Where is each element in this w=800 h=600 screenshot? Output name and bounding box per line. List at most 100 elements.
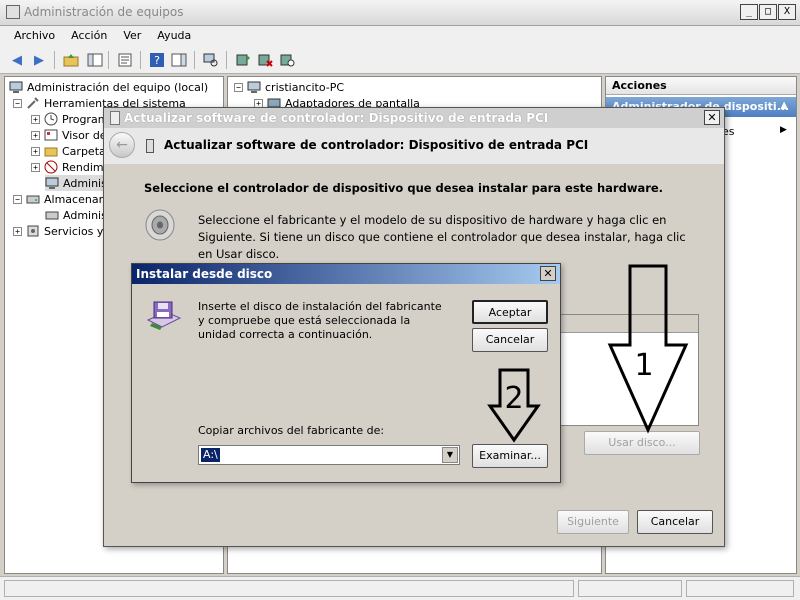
update-driver-icon[interactable] [234,51,252,69]
status-cell [4,580,574,597]
status-cell [578,580,682,597]
close-button[interactable]: X [778,4,796,20]
up-folder-icon[interactable] [62,51,80,69]
tree-item-storage[interactable]: − Almacenam [13,191,109,207]
expand-icon[interactable]: + [31,114,40,124]
tree-item-label: Visor de [62,128,107,142]
next-button[interactable]: Siguiente [557,510,629,534]
collapse-icon[interactable]: − [234,82,243,92]
dropdown-arrow-icon[interactable]: ▼ [442,447,458,463]
ok-button[interactable]: Aceptar [472,300,548,324]
tree-item-label: Carpeta [62,144,106,158]
tree-item-label: Rendim [62,160,104,174]
folder-icon [44,144,58,158]
floppy-disk-icon [146,300,182,332]
scan-hardware-icon[interactable] [202,51,220,69]
tree-item-root[interactable]: Administración del equipo (local) [9,79,208,95]
dialog-titlebar: Actualizar software de controlador: Disp… [104,108,724,128]
tree-item-shared-folders[interactable]: + Carpeta [31,143,106,159]
uninstall-device-icon[interactable] [256,51,274,69]
toolbar-separator [54,51,55,69]
window-controls: _ □ X [740,4,796,20]
menu-archivo[interactable]: Archivo [6,26,63,46]
svg-text:?: ? [154,54,160,67]
device-icon [110,111,120,125]
window-titlebar: Administración de equipos _ □ X [0,0,800,26]
device-tree-computer[interactable]: − cristiancito-PC [234,79,344,95]
close-button[interactable]: ✕ [540,266,556,281]
actions-header: Acciones [606,77,796,95]
collapse-icon[interactable]: − [13,194,22,204]
wizard-heading: Seleccione el controlador de dispositivo… [144,181,664,195]
copy-from-combobox[interactable]: A:\ ▼ [198,445,460,465]
collapse-up-icon[interactable]: ▲ [780,100,788,111]
services-icon [26,224,40,238]
menu-accion[interactable]: Acción [63,26,115,46]
forward-arrow-icon[interactable]: ▶ [30,51,48,69]
close-button[interactable]: ✕ [704,110,720,125]
install-from-disk-dialog: Instalar desde disco ✕ Inserte el disco … [131,263,561,483]
window-title: Administración de equipos [24,5,184,19]
tree-item-device-manager[interactable]: Adminis [45,175,107,191]
model-listbox[interactable] [559,314,699,426]
listbox-header [560,315,698,333]
storage-icon [26,192,40,206]
dialog-titlebar: Instalar desde disco ✕ [132,264,560,284]
minimize-button[interactable]: _ [740,4,758,20]
disable-device-icon[interactable] [278,51,296,69]
tree-item-performance[interactable]: + Rendim [31,159,104,175]
device-manager-icon [45,176,59,190]
tree-item-label: Servicios y [44,224,104,238]
expand-icon[interactable]: + [31,130,40,140]
maximize-button[interactable]: □ [759,4,777,20]
tree-item-task-scheduler[interactable]: + Program [31,111,108,127]
wizard-description: Seleccione el fabricante y el modelo de … [198,213,686,261]
tree-item-event-viewer[interactable]: + Visor de [31,127,107,143]
action-pane-icon[interactable] [170,51,188,69]
performance-icon [44,160,58,174]
status-cell [686,580,794,597]
event-viewer-icon [44,128,58,142]
status-bar [0,576,800,600]
tree-item-label: Adminis [63,208,107,222]
tree-item-label: Program [62,112,109,126]
menu-ayuda[interactable]: Ayuda [149,26,199,46]
menu-bar: Archivo Acción Ver Ayuda [0,26,800,46]
wizard-header-title: Actualizar software de controlador: Disp… [164,138,589,152]
dialog-title: Instalar desde disco [136,267,273,281]
tree-item-label: Administración del equipo (local) [27,80,209,94]
copy-from-value: A:\ [201,448,220,462]
submenu-arrow-icon[interactable]: ▶ [780,125,787,135]
cancel-button[interactable]: Cancelar [637,510,713,534]
install-message: Inserte el disco de instalación del fabr… [198,300,442,341]
expand-icon[interactable]: + [31,146,40,156]
tree-item-label: cristiancito-PC [265,80,345,94]
properties-icon[interactable] [116,51,134,69]
dialog-title: Actualizar software de controlador: Disp… [124,111,549,125]
speaker-icon [144,208,176,242]
device-icon [146,139,154,153]
tree-item-label: Adminis [63,176,107,190]
toolbar-separator [194,51,195,69]
browse-button[interactable]: Examinar... [472,444,548,468]
collapse-icon[interactable]: − [13,98,22,108]
toolbar-separator [226,51,227,69]
expand-icon[interactable]: + [31,162,40,172]
computer-management-icon [9,80,23,94]
computer-icon [247,80,261,94]
back-button[interactable]: ← [109,132,135,158]
show-hide-tree-icon[interactable] [86,51,104,69]
tree-item-disk-management[interactable]: Adminis [45,207,107,223]
have-disk-button[interactable]: Usar disco... [584,431,700,455]
disk-management-icon [45,208,59,222]
tools-icon [26,96,40,110]
expand-icon[interactable]: + [13,226,22,236]
toolbar-separator [140,51,141,69]
back-arrow-icon[interactable]: ◀ [8,51,26,69]
cancel-button[interactable]: Cancelar [472,328,548,352]
copy-from-label: Copiar archivos del fabricante de: [198,424,385,437]
help-icon[interactable]: ? [148,51,166,69]
tree-item-services[interactable]: + Servicios y [13,223,103,239]
menu-ver[interactable]: Ver [115,26,149,46]
toolbar-separator [108,51,109,69]
